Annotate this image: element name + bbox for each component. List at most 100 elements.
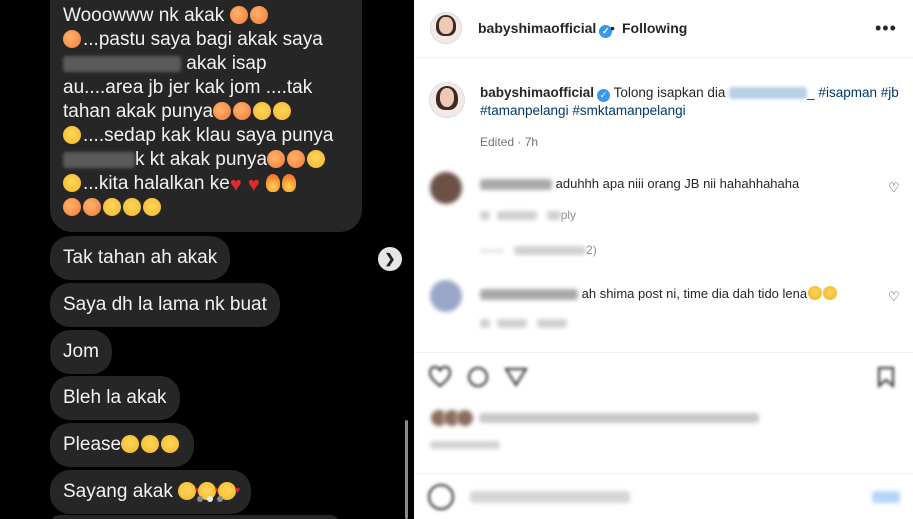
post-comment-button[interactable]	[872, 491, 900, 503]
carousel-dot	[197, 496, 203, 502]
redacted-text	[63, 151, 135, 168]
avatar-face	[439, 87, 455, 107]
chat-message-long: Wooowww nk akak ...pastu saya bagi akak …	[50, 0, 362, 232]
commenter-username[interactable]	[480, 289, 578, 301]
share-icon[interactable]	[504, 365, 528, 389]
reply-button[interactable]	[536, 319, 567, 329]
verified-icon: ✓	[597, 89, 611, 102]
fire-emoji-icon	[281, 174, 296, 192]
pleading-emoji-icon	[121, 435, 140, 453]
commenter-username[interactable]	[480, 179, 552, 191]
hashtag-link[interactable]: #jb	[881, 85, 899, 100]
fire-emoji-icon	[265, 174, 280, 192]
chat-line: au....area jb jer kak jom ....tak	[63, 77, 313, 98]
next-slide-button[interactable]: ❯	[378, 247, 402, 271]
chat-line: ....sedap kak klau saya punya	[63, 124, 348, 148]
more-horizontal-icon[interactable]: •••	[875, 18, 897, 39]
chevron-right-icon: ❯	[384, 251, 396, 266]
post-date	[430, 441, 500, 449]
view-replies-button[interactable]: 2)	[480, 243, 597, 257]
meta-blur	[480, 319, 490, 329]
chat-message: Saya dh la lama nk buat	[50, 283, 280, 327]
caption-username[interactable]: babyshimaofficial	[480, 85, 594, 100]
blush-emoji-icon	[253, 102, 272, 120]
redacted-mention	[729, 87, 808, 100]
meta-blur	[496, 319, 527, 329]
laughing-emoji-icon	[823, 286, 838, 300]
blush-emoji-icon	[63, 174, 81, 192]
comment: aduhhh apa niii orang JB nii hahahhahaha	[480, 176, 799, 191]
pleading-emoji-icon	[161, 435, 180, 453]
post-header: babyshimaofficial ✓ • Following •••	[414, 0, 913, 58]
caption-avatar[interactable]	[429, 82, 465, 118]
comment: ah shima post ni, time dia dah tido lena	[480, 286, 838, 301]
view-replies-count: 2)	[586, 243, 597, 257]
meta-blur	[514, 246, 587, 256]
redacted-text	[63, 55, 181, 72]
hashtag-link[interactable]: #tamanpelangi	[480, 103, 569, 118]
commenter-avatar[interactable]	[430, 280, 462, 312]
laughing-emoji-icon	[808, 286, 823, 300]
chat-message-partial	[50, 515, 340, 519]
peach-emoji-icon	[267, 150, 286, 168]
post-actions	[414, 352, 913, 519]
blush-emoji-icon	[273, 102, 292, 120]
peach-emoji-icon	[63, 198, 81, 216]
like-comment-icon[interactable]: ♡	[888, 289, 900, 305]
peach-emoji-icon	[249, 6, 268, 24]
comment-meta: ply	[480, 208, 576, 222]
peach-emoji-icon	[233, 102, 252, 120]
chat-scrollbar[interactable]	[405, 420, 408, 519]
chat-message: Sayang akak	[50, 470, 252, 514]
chat-message: Bleh la akak	[50, 376, 180, 420]
chat-line: ...pastu saya bagi akak saya	[63, 28, 348, 52]
comment-text: aduhhh apa niii orang JB nii hahahhahaha	[555, 176, 800, 191]
blush-emoji-icon	[63, 126, 81, 144]
comment-input[interactable]	[470, 491, 630, 503]
blush-emoji-icon	[123, 198, 141, 216]
chat-line	[63, 196, 348, 220]
peach-emoji-icon	[229, 6, 248, 24]
hashtag-link[interactable]: _ #isapman	[807, 85, 877, 100]
liker-avatar	[456, 409, 474, 427]
edited-timestamp: Edited · 7h	[480, 135, 539, 149]
comment-text: ah shima post ni, time dia dah tido lena	[581, 286, 808, 301]
drool-emoji-icon	[143, 198, 161, 216]
save-icon[interactable]	[874, 365, 898, 389]
post-panel: babyshimaofficial ✓ • Following ••• babys…	[414, 0, 913, 519]
peach-emoji-icon	[213, 102, 232, 120]
comment-icon[interactable]	[466, 365, 490, 389]
carousel-dot-active	[207, 496, 213, 502]
chat-message-text: Please	[63, 434, 122, 455]
chat-line: tahan akak punya	[63, 100, 348, 124]
avatar-face	[439, 17, 453, 34]
carousel-dots	[197, 496, 223, 502]
header-username-text[interactable]: babyshimaofficial	[478, 20, 596, 36]
meta-blur	[496, 211, 537, 221]
hashtag-link[interactable]: #smktamanpelangi	[572, 103, 685, 118]
add-comment-bar	[414, 473, 913, 519]
separator-dot: •	[610, 20, 615, 36]
header-username[interactable]: babyshimaofficial ✓	[478, 20, 613, 38]
commenter-avatar[interactable]	[430, 172, 462, 204]
replies-line	[480, 249, 504, 252]
screen: Wooowww nk akak ...pastu saya bagi akak …	[0, 0, 913, 519]
like-comment-icon[interactable]: ♡	[888, 180, 900, 196]
carousel-dot	[217, 496, 223, 502]
caption-text: Tolong isapkan dia	[613, 85, 726, 100]
peach-emoji-icon	[63, 30, 81, 48]
peach-emoji-icon	[83, 198, 101, 216]
like-post-icon[interactable]	[428, 365, 452, 389]
chat-line: Wooowww nk akak	[63, 4, 348, 28]
likes-summary[interactable]	[430, 409, 759, 427]
following-button[interactable]: Following	[622, 20, 687, 36]
meta-blur	[480, 211, 490, 221]
pleading-emoji-icon	[141, 435, 160, 453]
reply-button[interactable]: ply	[561, 208, 576, 222]
avatar[interactable]	[430, 12, 462, 44]
likes-text	[479, 413, 759, 423]
emoji-picker-icon[interactable]	[428, 484, 454, 510]
chat-line: ...kita halalkan ke	[63, 172, 348, 197]
chat-line: akak isap	[63, 52, 348, 76]
chat-screenshot: Wooowww nk akak ...pastu saya bagi akak …	[0, 0, 414, 519]
